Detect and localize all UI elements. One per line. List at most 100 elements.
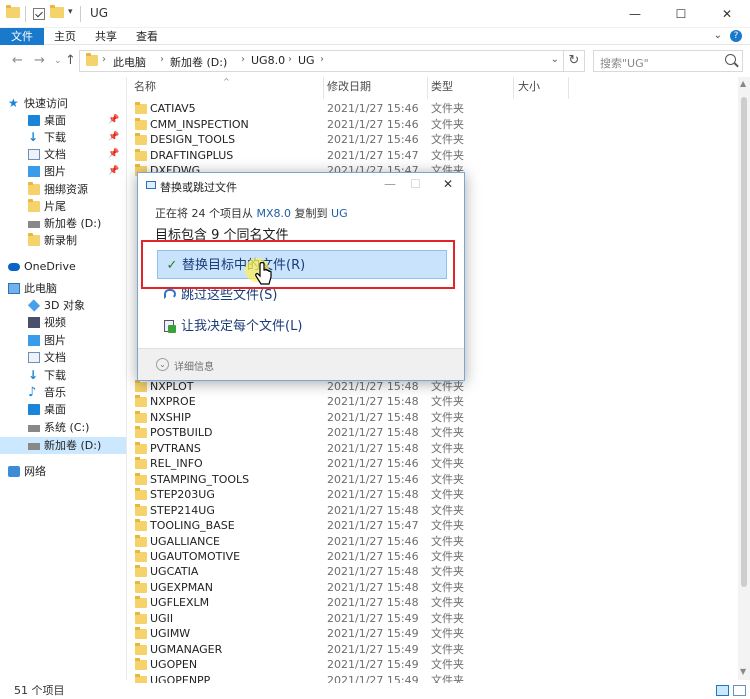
file-row[interactable]: NXPROE 2021/1/27 15:48 文件夹 [127, 394, 737, 409]
sidebar-item[interactable]: 桌面 [0, 401, 126, 418]
chevron-right-icon[interactable]: › [160, 54, 164, 65]
skip-files-option[interactable]: 跳过这些文件(S) [157, 281, 447, 310]
dialog-close-button[interactable]: ✕ [443, 177, 453, 191]
up-button[interactable]: ↑ [65, 53, 76, 68]
file-type: 文件夹 [431, 410, 464, 424]
sidebar-item[interactable]: 视频 [0, 314, 126, 331]
column-size[interactable]: 大小 [514, 77, 569, 99]
back-button[interactable]: ← [12, 53, 23, 68]
sidebar-item[interactable]: 图片 📌 [0, 163, 126, 180]
file-row[interactable]: REL_INFO 2021/1/27 15:46 文件夹 [127, 456, 737, 471]
file-row[interactable]: DESIGN_TOOLS 2021/1/27 15:46 文件夹 [127, 132, 737, 147]
file-row[interactable]: TOOLING_BASE 2021/1/27 15:47 文件夹 [127, 518, 737, 533]
details-toggle[interactable]: 详细信息 [174, 358, 214, 373]
tab-file[interactable]: 文件 [0, 28, 44, 45]
sidebar-item[interactable]: 3D 对象 [0, 297, 126, 314]
close-button[interactable]: ✕ [704, 0, 750, 28]
breadcrumb-drive-d[interactable]: 新加卷 (D:) [170, 54, 227, 70]
minimize-button[interactable]: — [612, 0, 658, 28]
column-type[interactable]: 类型 [428, 77, 514, 99]
breadcrumb-this-pc[interactable]: 此电脑 [113, 54, 146, 70]
search-input[interactable]: 搜索"UG" [593, 50, 743, 72]
sidebar-item[interactable]: 新加卷 (D:) [0, 215, 126, 232]
file-row[interactable]: UGOPEN 2021/1/27 15:49 文件夹 [127, 657, 737, 672]
column-date[interactable]: 修改日期 [324, 77, 428, 99]
file-row[interactable]: POSTBUILD 2021/1/27 15:48 文件夹 [127, 425, 737, 440]
file-row[interactable]: UGCATIA 2021/1/27 15:48 文件夹 [127, 564, 737, 579]
chevron-down-icon[interactable]: ⌄ [714, 30, 722, 41]
file-row[interactable]: UGMANAGER 2021/1/27 15:49 文件夹 [127, 642, 737, 657]
file-row[interactable]: STEP214UG 2021/1/27 15:48 文件夹 [127, 503, 737, 518]
pin-icon[interactable]: 📌 [108, 163, 119, 180]
chevron-right-icon[interactable]: › [102, 54, 106, 65]
file-row[interactable]: UGALLIANCE 2021/1/27 15:46 文件夹 [127, 534, 737, 549]
tab-view[interactable]: 查看 [136, 28, 158, 45]
sidebar-item[interactable]: 文档 [0, 349, 126, 366]
chevron-right-icon[interactable]: › [241, 54, 245, 65]
dialog-minimize-button[interactable]: — [384, 177, 396, 191]
decide-each-file-option[interactable]: 让我决定每个文件(L) [157, 312, 447, 341]
sidebar-item[interactable]: 捆绑资源 [0, 181, 126, 198]
forward-button[interactable]: → [34, 53, 45, 68]
sidebar-item[interactable]: 网络 [0, 463, 126, 480]
sidebar-item[interactable]: 桌面 📌 [0, 112, 126, 129]
pin-icon[interactable]: 📌 [108, 146, 119, 163]
folder-icon [135, 457, 147, 470]
file-row[interactable]: PVTRANS 2021/1/27 15:48 文件夹 [127, 441, 737, 456]
pin-icon[interactable]: 📌 [108, 112, 119, 129]
sidebar-item[interactable]: 文档 📌 [0, 146, 126, 163]
maximize-button[interactable]: ☐ [658, 0, 704, 28]
tab-home[interactable]: 主页 [54, 28, 76, 45]
sidebar-item[interactable]: 片尾 [0, 198, 126, 215]
refresh-button[interactable]: ↻ [563, 50, 585, 72]
chevron-right-icon[interactable]: › [320, 54, 324, 65]
expand-details-icon[interactable]: ⌄ [156, 358, 169, 371]
vertical-scrollbar[interactable]: ▲ ▼ [738, 77, 750, 680]
sidebar-item[interactable]: ★ 快速访问 [0, 95, 126, 112]
sidebar-item[interactable]: 新录制 [0, 232, 126, 249]
file-row[interactable]: STEP203UG 2021/1/27 15:48 文件夹 [127, 487, 737, 502]
new-folder-icon[interactable] [50, 5, 64, 18]
source-folder-link[interactable]: MX8.0 [257, 207, 292, 220]
tab-share[interactable]: 共享 [95, 28, 117, 45]
scroll-down-icon[interactable]: ▼ [740, 667, 746, 676]
sidebar-item[interactable]: 图片 [0, 332, 126, 349]
replace-files-option[interactable]: ✓ 替换目标中的文件(R) [157, 250, 447, 279]
file-row[interactable]: UGII 2021/1/27 15:49 文件夹 [127, 611, 737, 626]
scroll-up-icon[interactable]: ▲ [740, 79, 746, 88]
sidebar-item[interactable]: 系统 (C:) [0, 419, 126, 436]
breadcrumb-ug80[interactable]: UG8.0 [251, 54, 285, 67]
sidebar-item[interactable]: ♪ 音乐 [0, 384, 126, 401]
file-row[interactable]: CATIAV5 2021/1/27 15:46 文件夹 [127, 101, 737, 116]
scroll-thumb[interactable] [741, 97, 747, 587]
customize-toolbar-icon[interactable]: ▾ [68, 7, 73, 17]
chevron-right-icon[interactable]: › [288, 54, 292, 65]
file-row[interactable]: UGFLEXLM 2021/1/27 15:48 文件夹 [127, 595, 737, 610]
breadcrumb-ug[interactable]: UG [298, 54, 315, 67]
sidebar-item[interactable]: ↓ 下载 [0, 367, 126, 384]
file-row[interactable]: NXPLOT 2021/1/27 15:48 文件夹 [127, 379, 737, 394]
file-row[interactable]: STAMPING_TOOLS 2021/1/27 15:46 文件夹 [127, 472, 737, 487]
help-icon[interactable]: ? [730, 30, 742, 42]
sidebar-item[interactable]: 此电脑 [0, 280, 126, 297]
sidebar-item[interactable]: ↓ 下载 📌 [0, 129, 126, 146]
address-bar[interactable]: › 此电脑 › 新加卷 (D:) › UG8.0 › UG › ⌄ [79, 50, 564, 72]
sidebar-item[interactable]: OneDrive [0, 258, 126, 275]
properties-icon[interactable] [33, 8, 45, 20]
pin-icon[interactable]: 📌 [108, 129, 119, 146]
file-row[interactable]: UGEXPMAN 2021/1/27 15:48 文件夹 [127, 580, 737, 595]
file-row[interactable]: CMM_INSPECTION 2021/1/27 15:46 文件夹 [127, 117, 737, 132]
folder-icon [135, 534, 147, 547]
file-row[interactable]: DRAFTINGPLUS 2021/1/27 15:47 文件夹 [127, 148, 737, 163]
large-icons-view-icon[interactable] [733, 685, 746, 696]
recent-locations-icon[interactable]: ⌄ [54, 56, 62, 66]
search-icon[interactable] [725, 54, 736, 65]
file-row[interactable]: UGIMW 2021/1/27 15:49 文件夹 [127, 626, 737, 641]
column-name[interactable]: ^ 名称 [127, 77, 324, 99]
address-dropdown-icon[interactable]: ⌄ [551, 54, 559, 65]
details-view-icon[interactable] [716, 685, 729, 696]
sidebar-item[interactable]: 新加卷 (D:) [0, 437, 126, 454]
destination-folder-link[interactable]: UG [331, 207, 348, 220]
file-row[interactable]: UGAUTOMOTIVE 2021/1/27 15:46 文件夹 [127, 549, 737, 564]
file-row[interactable]: NXSHIP 2021/1/27 15:48 文件夹 [127, 410, 737, 425]
